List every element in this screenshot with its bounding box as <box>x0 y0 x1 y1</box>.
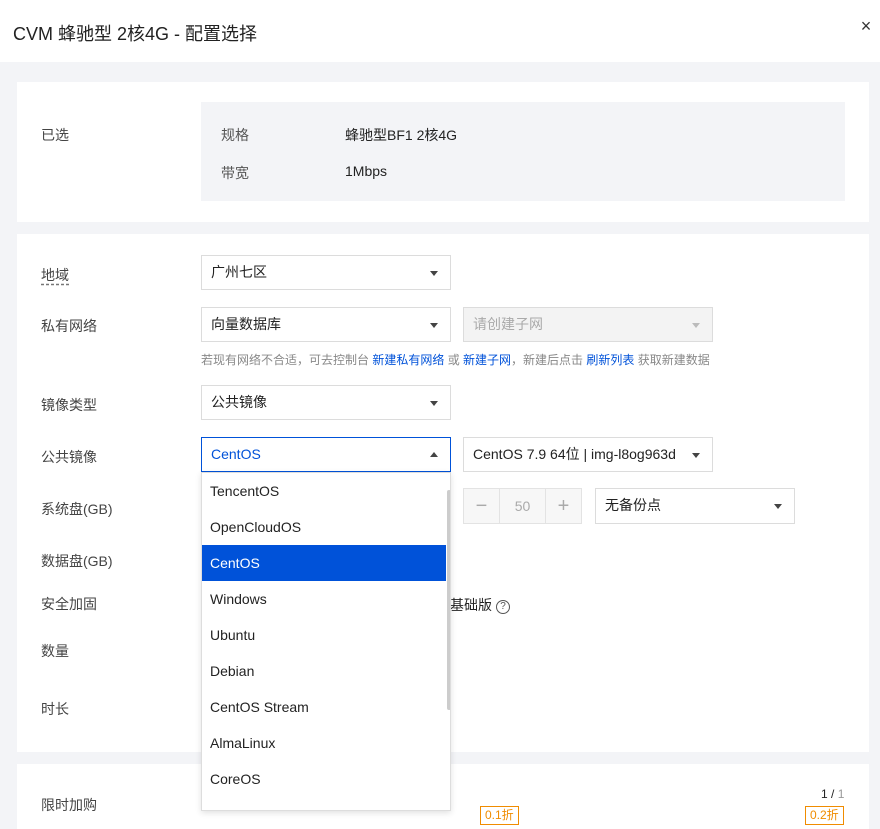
bandwidth-key: 带宽 <box>221 165 249 181</box>
image-dropdown: TencentOS OpenCloudOS CentOS Windows Ubu… <box>201 472 451 811</box>
chevron-down-icon <box>774 504 782 509</box>
image-type-label: 镜像类型 <box>41 397 97 413</box>
image-type-select[interactable]: 公共镜像 <box>201 385 451 420</box>
backup-select[interactable]: 无备份点 <box>595 488 795 524</box>
dropdown-option-coreos[interactable]: CoreOS <box>202 761 446 797</box>
vpc-select[interactable]: 向量数据库 <box>201 307 451 342</box>
page-current: 1 <box>821 787 828 801</box>
hint-text: 或 <box>444 353 464 367</box>
chevron-up-icon <box>430 452 438 457</box>
dropdown-option-tencentos[interactable]: TencentOS <box>202 473 446 509</box>
dropdown-option-ubuntu[interactable]: Ubuntu <box>202 617 446 653</box>
hint-text: 若现有网络不合适，可去控制台 <box>201 353 373 367</box>
public-image-value: CentOS <box>211 446 261 462</box>
dropdown-scrollbar[interactable] <box>447 490 450 710</box>
vpc-value: 向量数据库 <box>211 316 281 332</box>
security-option[interactable]: 基础版? <box>450 595 510 615</box>
dropdown-option-centos[interactable]: CentOS <box>202 545 446 581</box>
data-disk-label: 数据盘(GB) <box>41 553 113 569</box>
chevron-down-icon <box>692 453 700 458</box>
page-separator: / <box>827 787 838 801</box>
page-indicator: 1 / 1 <box>821 787 844 801</box>
dialog-header: CVM 蜂驰型 2核4G - 配置选择 × <box>0 0 880 62</box>
vpc-label: 私有网络 <box>41 318 97 334</box>
increment-button[interactable]: + <box>545 489 581 523</box>
selected-summary: 规格 蜂驰型BF1 2核4G 带宽 1Mbps <box>201 102 845 201</box>
duration-label: 时长 <box>41 701 69 717</box>
decrement-button[interactable]: − <box>464 489 500 523</box>
chevron-down-icon <box>692 323 700 328</box>
dropdown-option-debian[interactable]: Debian <box>202 653 446 689</box>
security-value: 基础版 <box>450 597 492 613</box>
image-version-select[interactable]: CentOS 7.9 64位 | img-l8og963d <box>463 437 713 472</box>
public-image-label: 公共镜像 <box>41 449 97 465</box>
chevron-down-icon <box>430 401 438 406</box>
dropdown-option-opencloudos[interactable]: OpenCloudOS <box>202 509 446 545</box>
system-disk-value[interactable]: 50 <box>500 489 545 523</box>
public-image-select[interactable]: CentOS <box>201 437 451 472</box>
image-version-value: CentOS 7.9 64位 | img-l8og963d <box>473 446 676 462</box>
spec-key: 规格 <box>221 127 249 143</box>
dropdown-option-opensuse[interactable]: openSUSE <box>202 797 446 810</box>
hint-text: ，新建后点击 <box>511 353 587 367</box>
selected-label: 已选 <box>41 127 69 143</box>
region-select[interactable]: 广州七区 <box>201 255 451 290</box>
subnet-select[interactable]: 请创建子网 <box>463 307 713 342</box>
system-disk-stepper: − 50 + <box>463 488 582 524</box>
chevron-down-icon <box>430 271 438 276</box>
page-total: 1 <box>837 787 845 801</box>
close-icon[interactable]: × <box>857 17 875 35</box>
dropdown-option-windows[interactable]: Windows <box>202 581 446 617</box>
dropdown-option-centos-stream[interactable]: CentOS Stream <box>202 689 446 725</box>
image-type-value: 公共镜像 <box>211 394 267 410</box>
subnet-placeholder: 请创建子网 <box>473 316 543 332</box>
discount-badge: 0.2折 <box>805 806 844 825</box>
security-label: 安全加固 <box>41 596 97 612</box>
bandwidth-value: 1Mbps <box>345 163 388 179</box>
backup-value: 无备份点 <box>605 497 661 513</box>
refresh-list-link[interactable]: 刷新列表 <box>586 353 634 367</box>
create-subnet-link[interactable]: 新建子网 <box>463 353 511 367</box>
region-value: 广州七区 <box>211 264 267 280</box>
help-icon[interactable]: ? <box>496 600 510 614</box>
discount-badge: 0.1折 <box>480 806 519 825</box>
vpc-hint: 若现有网络不合适，可去控制台 新建私有网络 或 新建子网，新建后点击 刷新列表 … <box>201 351 710 368</box>
addon-label: 限时加购 <box>41 797 97 813</box>
region-label: 地域 <box>41 267 69 283</box>
hint-text: 获取新建数据 <box>634 353 710 367</box>
create-vpc-link[interactable]: 新建私有网络 <box>372 353 444 367</box>
system-disk-label: 系统盘(GB) <box>41 501 113 517</box>
quantity-label: 数量 <box>41 643 69 659</box>
spec-value: 蜂驰型BF1 2核4G <box>345 127 458 143</box>
chevron-down-icon <box>430 323 438 328</box>
dialog-title: CVM 蜂驰型 2核4G - 配置选择 <box>13 24 258 44</box>
dropdown-option-almalinux[interactable]: AlmaLinux <box>202 725 446 761</box>
